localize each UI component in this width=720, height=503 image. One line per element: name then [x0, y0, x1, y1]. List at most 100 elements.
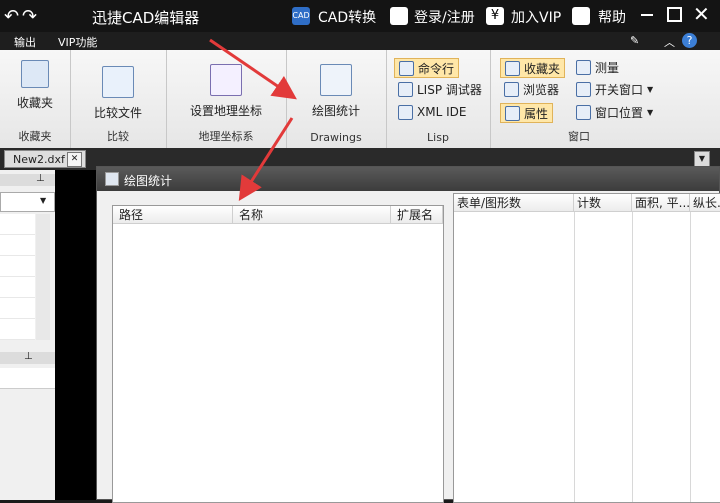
minimize-icon[interactable]: [641, 14, 653, 16]
col-count[interactable]: 计数: [574, 194, 632, 212]
menu-bar: 输出 VIP功能 ✎ ︿ ?: [0, 32, 720, 50]
xml-ide-button[interactable]: XML IDE: [394, 103, 470, 121]
drawing-stats-label: 绘图统计: [311, 104, 360, 118]
group-compare: 比较文件 比较: [70, 50, 167, 148]
drawing-canvas[interactable]: [55, 170, 100, 500]
window-favorites-label: 收藏夹: [524, 61, 561, 76]
measure-button[interactable]: 测量: [572, 58, 623, 76]
title-bar: ↶ ↷ 迅捷CAD编辑器 CAD CAD转换 登录/注册 ¥ 加入VIP 帮助 …: [0, 0, 720, 32]
panel-row: [0, 368, 55, 389]
group-lisp: 命令行 LISP 调试器 XML IDE Lisp: [386, 50, 491, 148]
pin-icon[interactable]: ⊥: [36, 173, 45, 184]
tab-list-icon[interactable]: ▼: [694, 151, 710, 167]
vip-button[interactable]: 加入VIP: [511, 7, 561, 27]
set-geo-coords-label: 设置地理坐标: [189, 104, 262, 118]
set-geo-coords-button[interactable]: 设置地理坐标: [180, 64, 272, 119]
browser-label: 浏览器: [523, 82, 560, 97]
col-area[interactable]: 面积, 平...: [632, 194, 690, 212]
redo-icon[interactable]: ↷: [22, 6, 37, 27]
group-label-drawings: Drawings: [310, 131, 362, 144]
favorites-button[interactable]: 收藏夹: [4, 60, 66, 111]
geo-grid-icon: [210, 64, 242, 96]
close-icon[interactable]: ✕: [693, 2, 710, 26]
column-divider: [574, 212, 575, 502]
property-list[interactable]: [0, 214, 35, 340]
group-drawings: 绘图统计 Drawings: [286, 50, 387, 148]
app-title: 迅捷CAD编辑器: [92, 9, 200, 27]
properties-label: 属性: [524, 106, 549, 121]
files-list[interactable]: 路径 名称 扩展名: [112, 205, 444, 503]
chevron-down-icon: ▼: [647, 84, 654, 94]
browser-button[interactable]: 浏览器: [500, 80, 563, 98]
edit-icon[interactable]: ✎: [630, 34, 639, 47]
compare-icon: [102, 66, 134, 98]
toggle-window-button[interactable]: 开关窗口 ▼: [572, 80, 657, 98]
lisp-debugger-label: LISP 调试器: [417, 82, 482, 97]
lisp-debugger-button[interactable]: LISP 调试器: [394, 80, 486, 98]
chevron-down-icon: ▼: [40, 196, 47, 205]
group-favorites: 收藏夹 收藏夹: [0, 50, 71, 148]
column-divider: [632, 212, 633, 502]
xml-ide-label: XML IDE: [417, 105, 467, 119]
panel-scrollbar[interactable]: [36, 214, 50, 340]
drawing-stats-dialog: 绘图统计 路径 名称 扩展名 表单/图形数 计数 面积, 平... 纵长...: [96, 166, 720, 503]
window-position-button[interactable]: 窗口位置 ▼: [572, 103, 657, 121]
toggle-window-icon: [576, 81, 591, 97]
panel-header-2: ⊥: [0, 351, 55, 364]
command-line-button[interactable]: 命令行: [394, 58, 460, 78]
col-sheets[interactable]: 表单/图形数: [454, 194, 574, 212]
window-position-label: 窗口位置: [595, 105, 644, 120]
yen-icon[interactable]: ¥: [486, 7, 504, 25]
group-label-compare: 比较: [107, 130, 129, 143]
group-window: 收藏夹 浏览器 属性 测量 开关窗口 ▼ 窗口位置 ▼ 窗口: [490, 50, 668, 148]
group-geo: 设置地理坐标 地理坐标系: [166, 50, 287, 148]
dialog-title-bar[interactable]: 绘图统计: [97, 167, 719, 191]
col-name[interactable]: 名称: [233, 206, 391, 224]
menu-item-output[interactable]: 输出: [14, 34, 36, 50]
help-button[interactable]: 帮助: [598, 7, 626, 27]
panel-header: ⊥: [0, 173, 55, 186]
panel-dropdown[interactable]: ▼: [0, 192, 55, 212]
measure-icon: [576, 59, 591, 75]
dialog-icon: [105, 172, 119, 186]
browser-icon: [504, 81, 519, 97]
group-label-geo: 地理坐标系: [198, 130, 254, 143]
toggle-window-label: 开关窗口: [595, 82, 644, 97]
pin-icon[interactable]: ⊥: [24, 351, 33, 362]
cad-convert-icon[interactable]: CAD: [292, 7, 310, 25]
left-panel: ⊥ ▼ ⊥: [0, 170, 55, 500]
properties-icon: [505, 105, 520, 121]
compare-files-button[interactable]: 比较文件: [78, 66, 158, 121]
help-circle-icon[interactable]: ?: [682, 33, 697, 48]
lisp-icon: [398, 81, 413, 97]
help-icon[interactable]: [572, 7, 590, 25]
close-tab-icon[interactable]: ✕: [67, 152, 82, 167]
window-favorites-button[interactable]: 收藏夹: [500, 58, 566, 78]
cad-convert-button[interactable]: CAD转换: [318, 7, 376, 27]
menu-item-vip[interactable]: VIP功能: [58, 34, 97, 50]
col-path[interactable]: 路径: [113, 206, 233, 224]
undo-icon[interactable]: ↶: [4, 6, 19, 27]
tab-label: New2.dxf: [13, 152, 65, 166]
drawing-stats-button[interactable]: 绘图统计: [296, 64, 376, 119]
stats-list[interactable]: 表单/图形数 计数 面积, 平... 纵长...: [453, 193, 720, 503]
user-icon[interactable]: [390, 7, 408, 25]
group-label-lisp: Lisp: [427, 131, 449, 144]
col-length[interactable]: 纵长...: [690, 194, 720, 212]
column-divider: [690, 212, 691, 502]
collapse-ribbon-icon[interactable]: ︿: [664, 34, 675, 50]
favorites-icon: [21, 60, 49, 88]
favorites-button-label: 收藏夹: [16, 96, 53, 110]
col-extension[interactable]: 扩展名: [391, 206, 443, 224]
tab-new2[interactable]: New2.dxf ✕: [4, 150, 86, 168]
login-button[interactable]: 登录/注册: [414, 7, 475, 27]
favorites-small-icon: [505, 60, 520, 76]
chevron-down-icon: ▼: [647, 107, 654, 117]
ribbon: 收藏夹 收藏夹 比较文件 比较 设置地理坐标 地理坐标系 绘图统计 Drawin…: [0, 50, 720, 149]
xml-icon: [398, 104, 413, 120]
group-label-favorites: 收藏夹: [18, 130, 52, 143]
maximize-icon[interactable]: [667, 7, 682, 22]
measure-label: 测量: [595, 60, 620, 75]
compare-files-label: 比较文件: [93, 106, 142, 120]
properties-button[interactable]: 属性: [500, 103, 554, 123]
